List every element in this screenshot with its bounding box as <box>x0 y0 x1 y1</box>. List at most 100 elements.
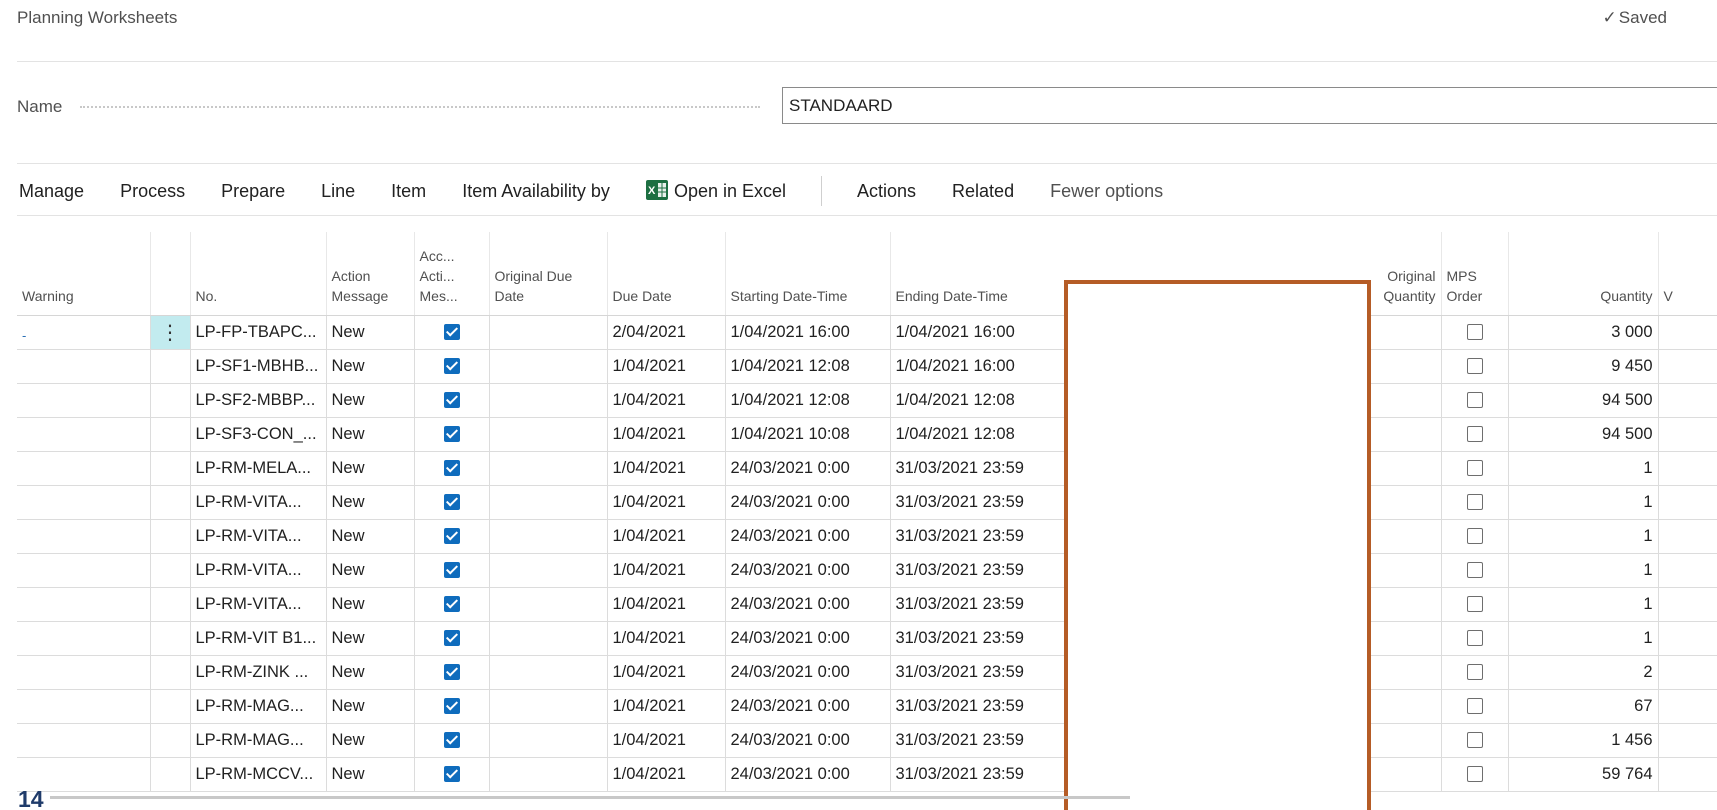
table-row[interactable]: LP-RM-VITA... New 1/04/2021 24/03/2021 0:00… <box>17 553 1717 588</box>
row-menu-cell[interactable] <box>149 519 190 554</box>
next-cell[interactable] <box>1657 417 1717 452</box>
starting-date-time-cell[interactable]: 24/03/2021 0:00 <box>724 485 890 520</box>
starting-date-time-cell[interactable]: 24/03/2021 0:00 <box>724 587 890 622</box>
accept-action-cell[interactable] <box>413 315 489 350</box>
next-cell[interactable] <box>1657 757 1717 792</box>
mps-order-cell[interactable] <box>1440 689 1508 724</box>
checkbox-checked[interactable] <box>443 664 460 681</box>
quantity-cell[interactable]: 1 <box>1507 621 1658 656</box>
original-due-date-cell[interactable] <box>488 723 607 758</box>
action-message-cell[interactable]: New <box>325 519 414 554</box>
due-date-cell[interactable]: 1/04/2021 <box>606 519 725 554</box>
next-cell[interactable] <box>1657 689 1717 724</box>
row-menu-cell[interactable] <box>149 587 190 622</box>
warning-cell[interactable] <box>17 621 150 656</box>
fewer-options-button[interactable]: Fewer options <box>1050 181 1163 202</box>
due-date-cell[interactable]: 1/04/2021 <box>606 587 725 622</box>
checkbox-checked[interactable] <box>443 630 460 647</box>
next-cell[interactable] <box>1657 655 1717 690</box>
row-menu-button[interactable]: ⋮ <box>149 315 190 350</box>
no-cell[interactable]: LP-RM-MELA... <box>189 451 326 486</box>
col-due-date[interactable]: Due Date <box>606 232 725 316</box>
checkbox-checked[interactable] <box>443 324 460 341</box>
mps-order-cell[interactable] <box>1440 553 1508 588</box>
action-message-cell[interactable]: New <box>325 723 414 758</box>
accept-action-cell[interactable] <box>413 587 489 622</box>
ending-date-time-cell[interactable]: 31/03/2021 23:59 <box>889 519 1040 554</box>
checkbox-checked[interactable] <box>443 698 460 715</box>
mps-order-cell[interactable] <box>1440 757 1508 792</box>
warning-cell[interactable] <box>17 689 150 724</box>
checkbox-checked[interactable] <box>443 562 460 579</box>
name-field[interactable]: STANDAARD <box>782 87 1717 124</box>
mps-order-cell[interactable] <box>1440 383 1508 418</box>
col-action-message[interactable]: Action Message <box>325 232 414 316</box>
due-date-cell[interactable]: 1/04/2021 <box>606 621 725 656</box>
checkbox-unchecked[interactable] <box>1466 528 1483 545</box>
starting-date-time-cell[interactable]: 1/04/2021 10:08 <box>724 417 890 452</box>
menu-manage[interactable]: Manage <box>19 181 84 202</box>
mps-order-cell[interactable] <box>1440 485 1508 520</box>
action-message-cell[interactable]: New <box>325 349 414 384</box>
starting-date-time-cell[interactable]: 24/03/2021 0:00 <box>724 723 890 758</box>
table-row[interactable]: LP-RM-MCCV... New 1/04/2021 24/03/2021 0:00… <box>17 757 1717 792</box>
ending-date-time-cell[interactable]: 31/03/2021 23:59 <box>889 723 1040 758</box>
row-menu-cell[interactable] <box>149 417 190 452</box>
due-date-cell[interactable]: 1/04/2021 <box>606 485 725 520</box>
quantity-cell[interactable]: 1 <box>1507 451 1658 486</box>
table-row[interactable]: - ⋮ LP-FP-TBAPC... New 2/04/2021 1/04/2021 16… <box>17 315 1717 350</box>
starting-date-time-cell[interactable]: 24/03/2021 0:00 <box>724 451 890 486</box>
row-menu-cell[interactable] <box>149 349 190 384</box>
warning-cell[interactable] <box>17 519 150 554</box>
accept-action-cell[interactable] <box>413 349 489 384</box>
table-row[interactable]: LP-SF1-MBHB... New 1/04/2021 1/04/2021 12:0… <box>17 349 1717 384</box>
accept-action-cell[interactable] <box>413 519 489 554</box>
ending-date-time-cell[interactable]: 1/04/2021 16:00 <box>889 349 1040 384</box>
next-cell[interactable] <box>1657 383 1717 418</box>
mps-order-cell[interactable] <box>1440 451 1508 486</box>
action-message-cell[interactable]: New <box>325 655 414 690</box>
table-row[interactable]: LP-RM-VITA... New 1/04/2021 24/03/2021 0:00… <box>17 587 1717 622</box>
quantity-cell[interactable]: 3 000 <box>1507 315 1658 350</box>
table-row[interactable]: LP-RM-VIT B1... New 1/04/2021 24/03/2021 0:… <box>17 621 1717 656</box>
quantity-cell[interactable]: 94 500 <box>1507 383 1658 418</box>
no-cell[interactable]: LP-SF2-MBBP... <box>189 383 326 418</box>
due-date-cell[interactable]: 1/04/2021 <box>606 553 725 588</box>
warning-cell[interactable]: - <box>17 315 150 350</box>
warning-cell[interactable] <box>17 451 150 486</box>
table-row[interactable]: LP-RM-VITA... New 1/04/2021 24/03/2021 0:00… <box>17 519 1717 554</box>
table-row[interactable]: LP-RM-MAG... New 1/04/2021 24/03/2021 0:00 3… <box>17 689 1717 724</box>
quantity-cell[interactable]: 1 456 <box>1507 723 1658 758</box>
no-cell[interactable]: LP-FP-TBAPC... <box>189 315 326 350</box>
checkbox-checked[interactable] <box>443 358 460 375</box>
action-message-cell[interactable]: New <box>325 383 414 418</box>
starting-date-time-cell[interactable]: 24/03/2021 0:00 <box>724 757 890 792</box>
action-message-cell[interactable]: New <box>325 757 414 792</box>
action-message-cell[interactable]: New <box>325 689 414 724</box>
mps-order-cell[interactable] <box>1440 315 1508 350</box>
quantity-cell[interactable]: 94 500 <box>1507 417 1658 452</box>
menu-line[interactable]: Line <box>321 181 355 202</box>
original-due-date-cell[interactable] <box>488 383 607 418</box>
next-cell[interactable] <box>1657 587 1717 622</box>
accept-action-cell[interactable] <box>413 723 489 758</box>
next-cell[interactable] <box>1657 519 1717 554</box>
accept-action-cell[interactable] <box>413 655 489 690</box>
due-date-cell[interactable]: 1/04/2021 <box>606 757 725 792</box>
checkbox-unchecked[interactable] <box>1466 324 1483 341</box>
ending-date-time-cell[interactable]: 31/03/2021 23:59 <box>889 621 1040 656</box>
original-due-date-cell[interactable] <box>488 485 607 520</box>
accept-action-cell[interactable] <box>413 689 489 724</box>
warning-cell[interactable] <box>17 417 150 452</box>
col-quantity[interactable]: Quantity <box>1507 232 1658 316</box>
next-cell[interactable] <box>1657 723 1717 758</box>
ending-date-time-cell[interactable]: 1/04/2021 12:08 <box>889 383 1040 418</box>
col-starting-date-time[interactable]: Starting Date-Time <box>724 232 890 316</box>
action-message-cell[interactable]: New <box>325 587 414 622</box>
warning-cell[interactable] <box>17 553 150 588</box>
checkbox-unchecked[interactable] <box>1466 630 1483 647</box>
accept-action-cell[interactable] <box>413 383 489 418</box>
accept-action-cell[interactable] <box>413 621 489 656</box>
no-cell[interactable]: LP-RM-MAG... <box>189 689 326 724</box>
row-menu-cell[interactable] <box>149 383 190 418</box>
